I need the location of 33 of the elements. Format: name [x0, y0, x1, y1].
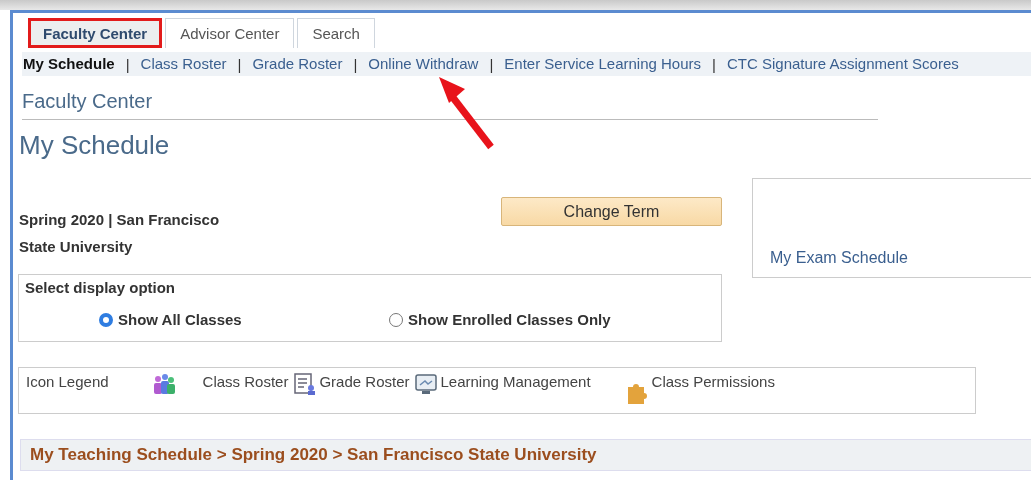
radio-label: Show All Classes — [118, 311, 242, 328]
separator: | — [712, 55, 716, 73]
nav-link[interactable]: Enter Service Learning Hours — [503, 55, 703, 72]
exam-schedule-link[interactable]: My Exam Schedule — [770, 249, 908, 267]
legend-label: Icon Legend — [26, 373, 109, 390]
nav-link[interactable]: Grade Roster — [251, 55, 344, 72]
legend-text: Grade Roster — [319, 373, 410, 390]
nav-link[interactable]: My Schedule — [22, 55, 116, 72]
nav-link[interactable]: Class Roster — [139, 55, 228, 72]
breadcrumb: My Teaching Schedule > Spring 2020 > San Francisco State University — [20, 439, 1031, 471]
nav-link[interactable]: CTC Signature Assignment Scores — [725, 55, 960, 72]
separator: | — [353, 55, 358, 73]
legend-text: Class Roster — [202, 373, 289, 390]
separator: | — [237, 55, 242, 73]
separator: | — [125, 55, 130, 73]
radio-label: Show Enrolled Classes Only — [408, 311, 611, 328]
change-term-button[interactable]: Change Term — [501, 197, 722, 226]
separator: | — [489, 55, 494, 73]
page-title: My Schedule — [19, 130, 171, 161]
monitor-icon — [415, 373, 438, 395]
radio-button[interactable] — [389, 312, 403, 327]
tab[interactable]: Faculty Center — [28, 18, 163, 48]
roster-icon — [294, 373, 317, 395]
nav-link[interactable]: Online Withdraw — [367, 55, 480, 72]
radio-button[interactable] — [99, 312, 113, 327]
legend-text: Class Permissions — [651, 373, 775, 390]
people-icon — [151, 373, 176, 395]
term-label: Spring 2020 | San Francisco State University — [19, 210, 221, 257]
section-title: Faculty Center — [22, 90, 878, 120]
legend-text: Learning Management — [440, 373, 591, 390]
tab[interactable]: Search — [297, 18, 375, 48]
display-option-label: Select display option — [25, 279, 177, 296]
tab[interactable]: Advisor Center — [165, 18, 295, 48]
